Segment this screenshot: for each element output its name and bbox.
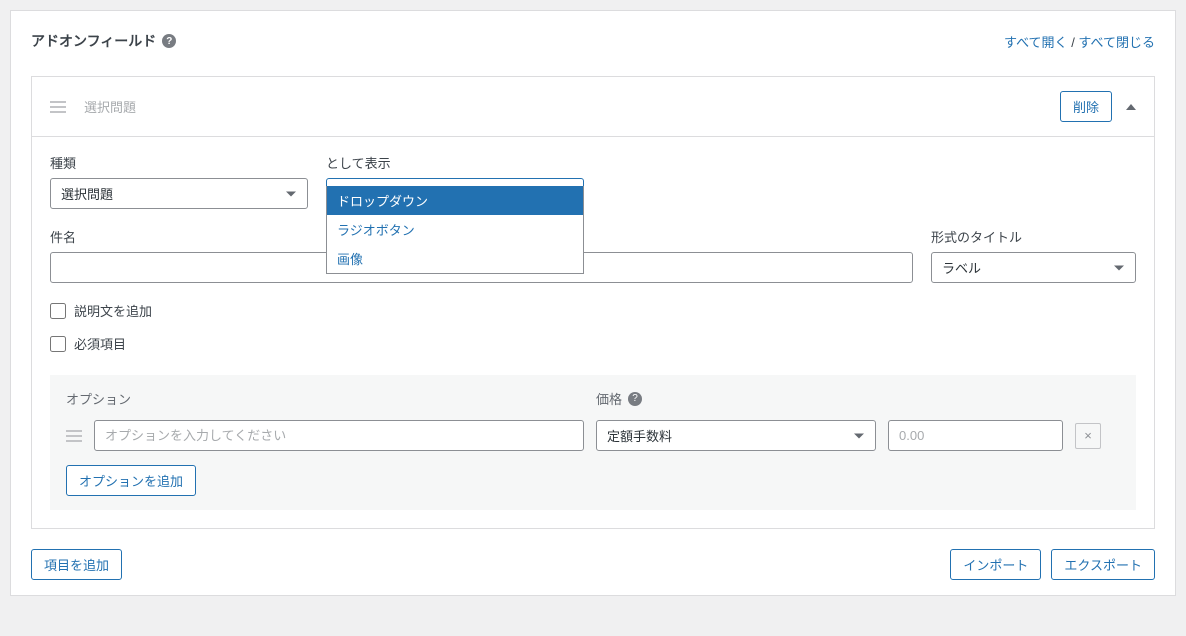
type-column: 種類 [50, 153, 308, 209]
addon-fields-panel: アドオンフィールド ? すべて開く / すべて閉じる 選択問題 削除 [10, 10, 1176, 596]
add-description-checkbox[interactable] [50, 303, 66, 319]
required-checkbox[interactable] [50, 336, 66, 352]
display-as-dropdown: ドロップダウン ラジオボタン 画像 [326, 186, 584, 274]
option-price-input[interactable] [888, 420, 1063, 451]
display-as-label: として表示 [326, 153, 584, 172]
add-item-button[interactable]: 項目を追加 [31, 549, 122, 580]
dropdown-option-image[interactable]: 画像 [327, 244, 583, 273]
required-label: 必須項目 [74, 334, 126, 353]
expand-all-link[interactable]: すべて開く [1004, 35, 1068, 50]
import-button[interactable]: インポート [950, 549, 1041, 580]
dropdown-option-dropdown[interactable]: ドロップダウン [327, 186, 583, 215]
option-pricetype-select[interactable] [596, 420, 876, 451]
item-head-right: 削除 [1060, 91, 1136, 122]
collapse-toggle-icon[interactable] [1126, 104, 1136, 110]
spacer-column [602, 153, 860, 209]
options-section: オプション 価格 ? [50, 375, 1136, 510]
item-body: 種類 として表示 ドロップダウン ラジオボタン 画像 [32, 137, 1154, 528]
title-format-column: 形式のタイトル [931, 227, 1136, 283]
add-option-button[interactable]: オプションを追加 [66, 465, 196, 496]
options-header: オプション 価格 ? [66, 389, 1120, 408]
drag-handle-icon[interactable] [66, 430, 82, 442]
options-col-option-label: オプション [66, 389, 596, 408]
required-row: 必須項目 [50, 334, 1136, 353]
panel-title-wrap: アドオンフィールド ? [31, 31, 176, 51]
drag-handle-icon[interactable] [50, 101, 66, 113]
add-description-row: 説明文を追加 [50, 301, 1136, 320]
item-head-left: 選択問題 [50, 97, 136, 116]
item-card-header: 選択問題 削除 [32, 77, 1154, 137]
display-as-column: として表示 ドロップダウン ラジオボタン 画像 [326, 153, 584, 209]
panel-title: アドオンフィールド [31, 31, 156, 51]
export-button[interactable]: エクスポート [1051, 549, 1155, 580]
panel-header: アドオンフィールド ? すべて開く / すべて閉じる [31, 31, 1155, 51]
header-actions: すべて開く / すべて閉じる [1004, 32, 1155, 51]
title-format-label: 形式のタイトル [931, 227, 1136, 246]
item-head-title: 選択問題 [84, 97, 136, 116]
footer-row: 項目を追加 インポート エクスポート [31, 549, 1155, 580]
dropdown-option-radio[interactable]: ラジオボタン [327, 215, 583, 244]
option-name-input[interactable] [94, 420, 584, 451]
options-col-price-label: 価格 ? [596, 389, 642, 408]
collapse-all-link[interactable]: すべて閉じる [1078, 35, 1155, 50]
type-select[interactable] [50, 178, 308, 209]
help-icon[interactable]: ? [628, 392, 642, 406]
remove-option-button[interactable]: × [1075, 423, 1101, 449]
type-label: 種類 [50, 153, 308, 172]
title-format-select[interactable] [931, 252, 1136, 283]
spacer-column-2 [878, 153, 1136, 209]
option-row: × [66, 420, 1120, 451]
add-description-label: 説明文を追加 [74, 301, 152, 320]
help-icon[interactable]: ? [162, 34, 176, 48]
addon-item-card: 選択問題 削除 種類 として表示 [31, 76, 1155, 529]
delete-button[interactable]: 削除 [1060, 91, 1112, 122]
